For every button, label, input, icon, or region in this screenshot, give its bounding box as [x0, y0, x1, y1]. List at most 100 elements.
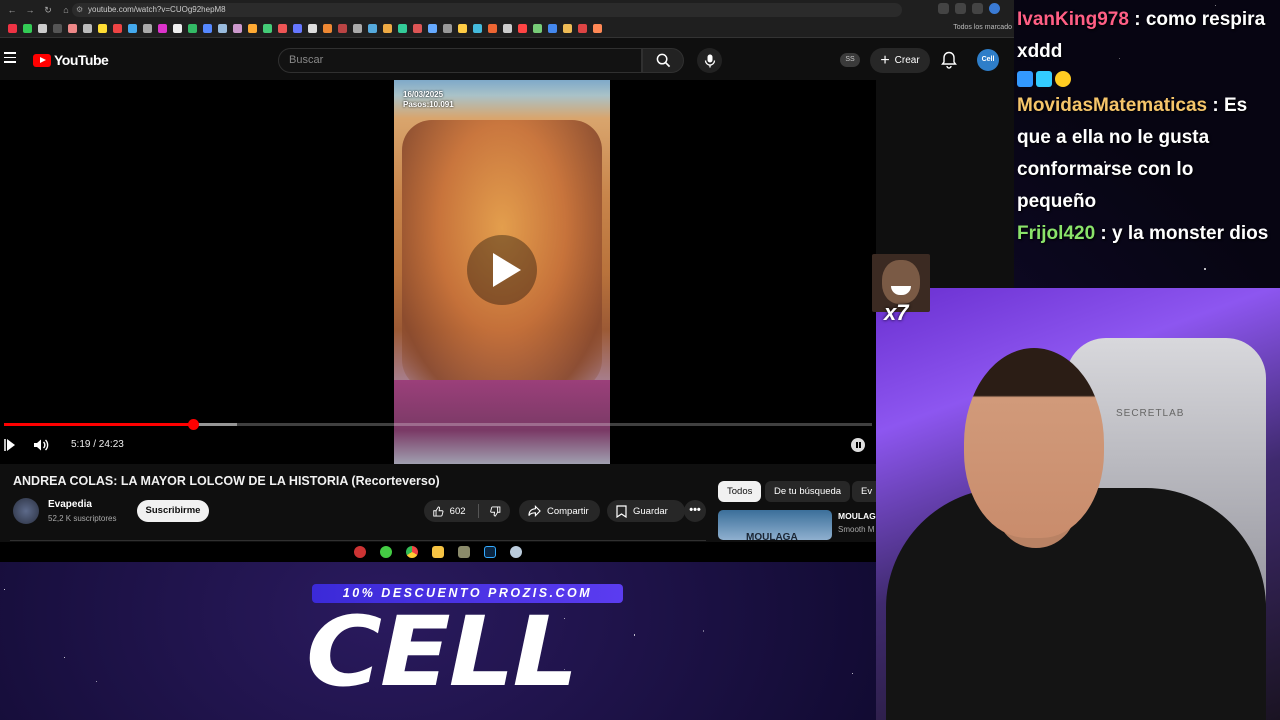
bookmark-icon[interactable]: [458, 24, 467, 33]
search-input[interactable]: Buscar: [278, 48, 642, 73]
scrubber-handle[interactable]: [188, 419, 200, 430]
like-count[interactable]: 602: [450, 506, 466, 517]
xbox-app-icon[interactable]: [380, 546, 392, 558]
chat-message: MovidasMatematicas : Es que a ella no le…: [1017, 90, 1277, 218]
channel-name[interactable]: Evapedia: [48, 499, 92, 510]
like-dislike-group: 602: [424, 500, 510, 522]
search-button[interactable]: [642, 48, 684, 73]
bookmark-icon[interactable]: [353, 24, 362, 33]
bookmark-icon[interactable]: [158, 24, 167, 33]
autoplay-toggle-icon[interactable]: [851, 438, 865, 452]
bookmark-icon[interactable]: [383, 24, 392, 33]
bookmark-icon[interactable]: [593, 24, 602, 33]
extension-icon[interactable]: [972, 3, 983, 14]
bookmark-icon[interactable]: [578, 24, 587, 33]
recommendation-thumbnail[interactable]: MOULAGA: [718, 510, 832, 540]
subscribe-button[interactable]: Suscribirme: [137, 500, 209, 522]
star: [851, 672, 854, 675]
progress-bar[interactable]: [4, 419, 872, 430]
address-bar[interactable]: ⚙ youtube.com/watch?v=CUOg92hepM8: [72, 3, 902, 17]
volume-icon[interactable]: [33, 438, 49, 452]
file-explorer-icon[interactable]: [432, 546, 444, 558]
obs-app-icon[interactable]: [354, 546, 366, 558]
reload-icon[interactable]: ↻: [42, 4, 54, 16]
chip-all[interactable]: Todos: [718, 481, 762, 502]
webcam-feed: SECRETLAB: [876, 288, 1280, 720]
youtube-logo[interactable]: YouTube: [33, 52, 109, 68]
bookmark-icon[interactable]: [488, 24, 497, 33]
like-icon[interactable]: [433, 505, 444, 518]
site-info-icon[interactable]: ⚙: [76, 3, 83, 17]
chair-brand: SECRETLAB: [1116, 408, 1185, 419]
bookmark-icon[interactable]: [398, 24, 407, 33]
bookmark-icon[interactable]: [143, 24, 152, 33]
bookmark-icon[interactable]: [548, 24, 557, 33]
bookmark-icon[interactable]: [113, 24, 122, 33]
bookmark-icon[interactable]: [23, 24, 32, 33]
forward-icon[interactable]: →: [24, 4, 36, 16]
bookmark-icon[interactable]: [323, 24, 332, 33]
bookmark-icon[interactable]: [218, 24, 227, 33]
notifications-bell-icon[interactable]: [941, 51, 957, 69]
chat-username: MovidasMatematicas: [1017, 95, 1208, 116]
bookmark-icon[interactable]: [188, 24, 197, 33]
bookmark-icon[interactable]: [173, 24, 182, 33]
bookmark-icon[interactable]: [413, 24, 422, 33]
chrome-app-icon[interactable]: [406, 546, 418, 558]
bookmark-icon[interactable]: [503, 24, 512, 33]
bookmark-icon[interactable]: [53, 24, 62, 33]
bookmark-icon[interactable]: [443, 24, 452, 33]
bookmark-icon[interactable]: [38, 24, 47, 33]
bookmark-icon[interactable]: [83, 24, 92, 33]
all-bookmarks-link[interactable]: Todos los marcado: [953, 24, 1012, 31]
recommendation-title[interactable]: MOULAG: [838, 511, 876, 521]
bookmark-icon[interactable]: [368, 24, 377, 33]
profile-icon[interactable]: [989, 3, 1000, 14]
bookmark-icon[interactable]: [308, 24, 317, 33]
bookmark-icon[interactable]: [278, 24, 287, 33]
browser-toolbar: ← → ↻ ⌂ ⚙ youtube.com/watch?v=CUOg92hepM…: [0, 0, 1014, 20]
app-icon[interactable]: [458, 546, 470, 558]
save-button[interactable]: Guardar: [607, 500, 685, 522]
bookmark-icon[interactable]: [233, 24, 242, 33]
extension-badge[interactable]: SS: [840, 53, 860, 67]
bookmark-icon[interactable]: [293, 24, 302, 33]
bookmark-icon[interactable]: [263, 24, 272, 33]
video-content-towel: [394, 380, 610, 464]
bookmark-icon[interactable]: [98, 24, 107, 33]
bookmark-icon[interactable]: [473, 24, 482, 33]
bookmark-icon[interactable]: [128, 24, 137, 33]
bookmark-icon[interactable]: [518, 24, 527, 33]
home-icon[interactable]: ⌂: [60, 4, 72, 16]
extension-icon[interactable]: [938, 3, 949, 14]
channel-avatar[interactable]: [13, 498, 39, 524]
bookmark-icon[interactable]: [248, 24, 257, 33]
photoshop-app-icon[interactable]: [484, 546, 496, 558]
video-frame[interactable]: 16/03/2025 Pasos:10.091: [394, 80, 610, 464]
bookmark-icon[interactable]: [563, 24, 572, 33]
share-button[interactable]: Compartir: [519, 500, 600, 522]
video-player[interactable]: 16/03/2025 Pasos:10.091 5:19 / 24:23: [0, 80, 876, 464]
more-actions-button[interactable]: •••: [684, 500, 706, 522]
chip-from-search[interactable]: De tu búsqueda: [765, 481, 851, 502]
back-icon[interactable]: ←: [6, 4, 18, 16]
bookmark-icon[interactable]: [203, 24, 212, 33]
extension-icon[interactable]: [955, 3, 966, 14]
bookmark-icon[interactable]: [338, 24, 347, 33]
dislike-icon[interactable]: [490, 505, 501, 518]
account-avatar[interactable]: Cell: [977, 49, 999, 71]
bookmark-icon[interactable]: [428, 24, 437, 33]
bookmark-icon[interactable]: [8, 24, 17, 33]
star: [95, 680, 98, 683]
app-icon[interactable]: [510, 546, 522, 558]
star: [63, 657, 65, 659]
large-play-icon[interactable]: [467, 235, 537, 305]
menu-icon[interactable]: [4, 52, 16, 64]
streamer-head: [964, 348, 1104, 538]
bookmark-icon[interactable]: [68, 24, 77, 33]
play-icon[interactable]: [4, 438, 16, 452]
create-button[interactable]: + Crear: [870, 48, 930, 73]
bookmark-icon[interactable]: [533, 24, 542, 33]
voice-search-button[interactable]: [697, 48, 722, 73]
stream-chat: IvanKing978 : como respira xddd MovidasM…: [1014, 0, 1280, 290]
